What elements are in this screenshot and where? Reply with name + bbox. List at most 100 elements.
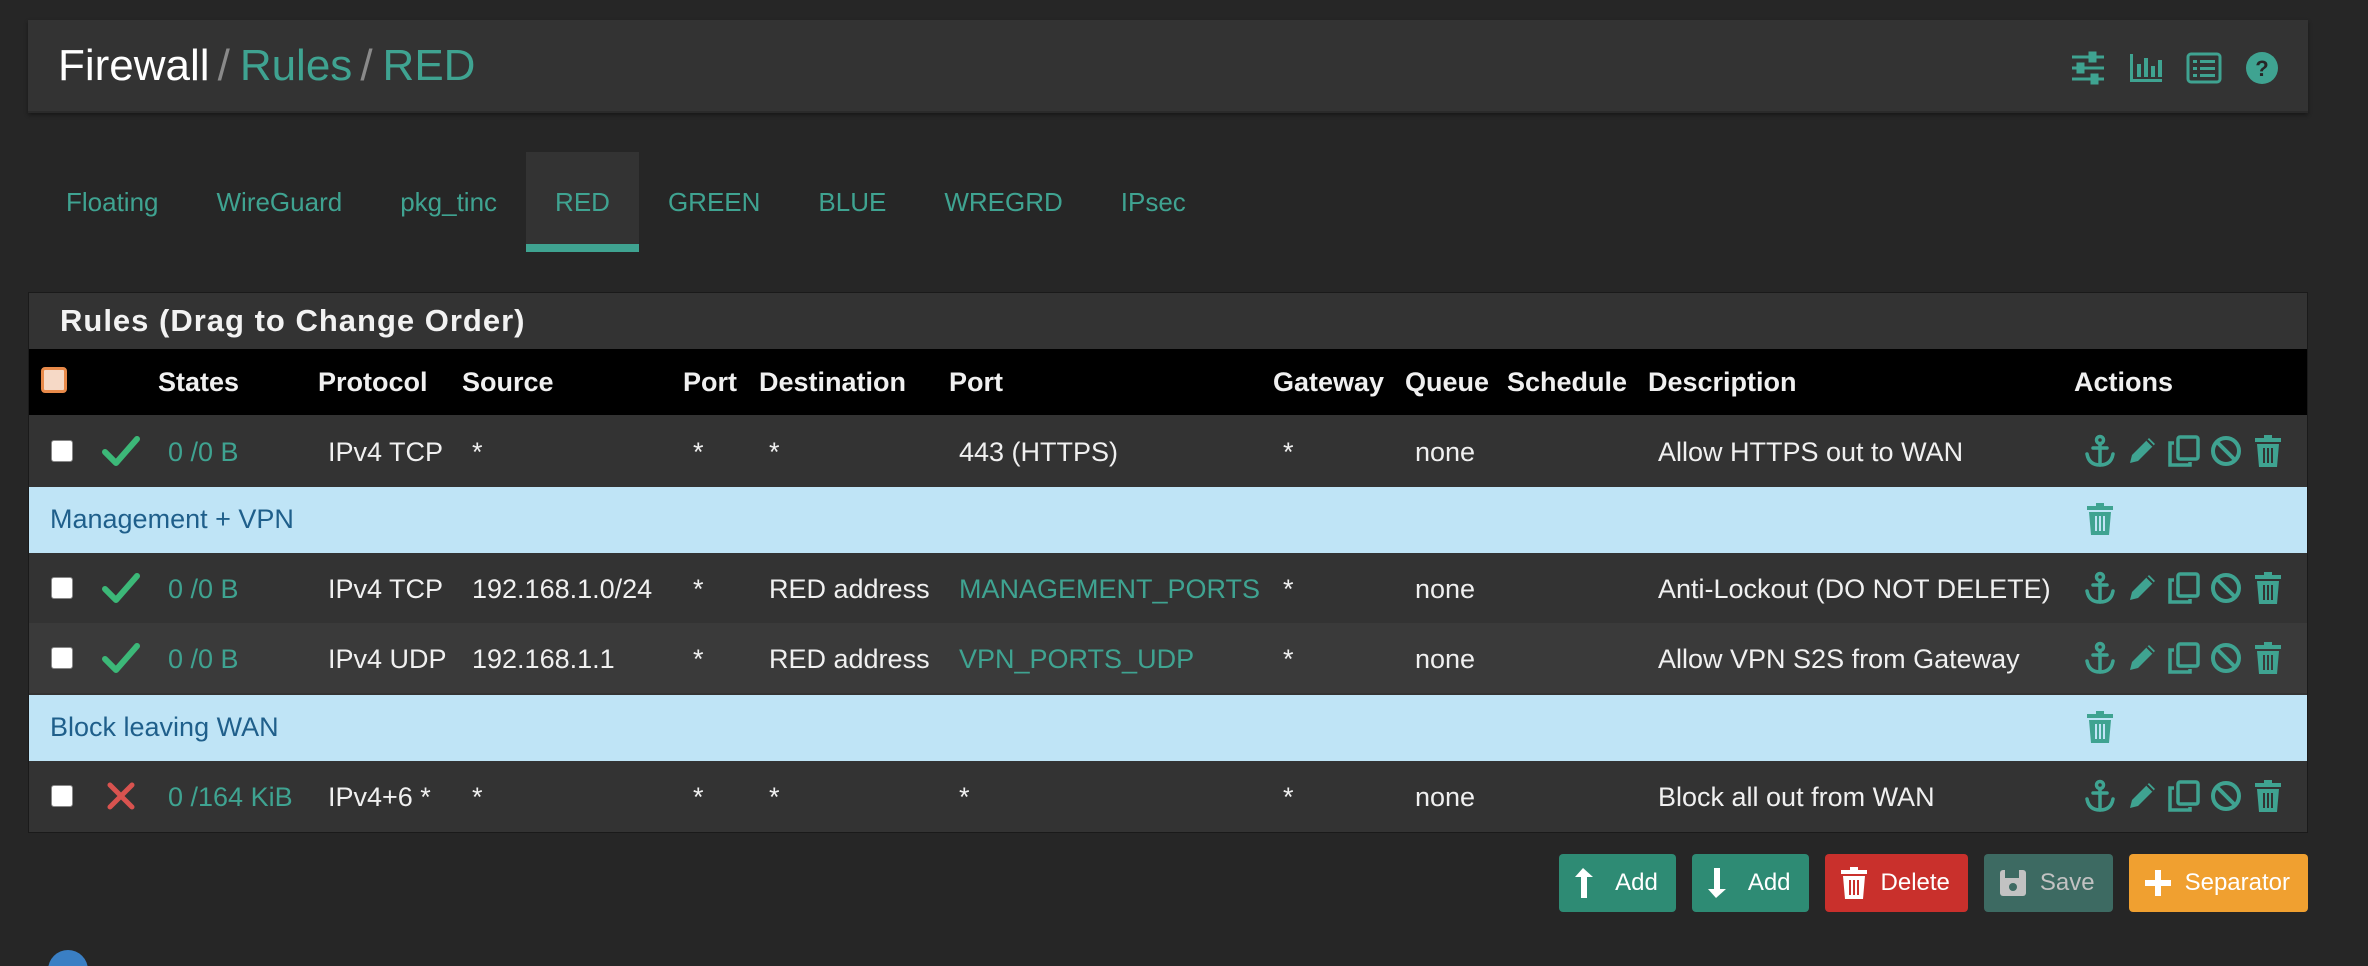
protocol-value: IPv4 UDP	[328, 644, 447, 674]
tab-ipsec[interactable]: IPsec	[1092, 152, 1215, 252]
tab-blue[interactable]: BLUE	[789, 152, 915, 252]
plus-icon	[2144, 870, 2171, 896]
pass-check-icon[interactable]	[101, 568, 141, 608]
copy-icon[interactable]	[2166, 433, 2202, 469]
dest-port-value: 443 (HTTPS)	[959, 437, 1119, 467]
trash-icon[interactable]	[2250, 570, 2286, 606]
copy-icon[interactable]	[2166, 570, 2202, 606]
separator-row[interactable]: Block leaving WAN	[29, 695, 2307, 761]
edit-pencil-icon[interactable]	[2124, 640, 2160, 676]
separator-row[interactable]: Management + VPN	[29, 487, 2307, 553]
header-schedule: Schedule	[1507, 367, 1628, 397]
save-button[interactable]: Save	[1983, 854, 2113, 912]
states-value[interactable]: 0 /164 KiB	[168, 782, 293, 813]
page-header: Firewall / Rules / RED ?	[28, 20, 2308, 113]
row-checkbox[interactable]	[51, 577, 73, 599]
row-actions	[2082, 570, 2286, 606]
header-source: Source	[462, 367, 554, 397]
source-value: 192.168.1.0/24	[472, 574, 653, 604]
table-row[interactable]: 0 /164 KiB IPv4+6 * * * * * * none Block…	[29, 761, 2307, 831]
breadcrumb-separator: /	[360, 41, 373, 90]
save-disk-icon	[1999, 870, 2026, 896]
disable-ban-icon[interactable]	[2208, 570, 2244, 606]
protocol-value: IPv4+6 *	[328, 782, 431, 812]
dest-port-alias-link[interactable]: MANAGEMENT_PORTS	[959, 574, 1260, 605]
block-x-icon[interactable]	[101, 776, 141, 816]
pass-check-icon[interactable]	[101, 431, 141, 471]
pass-check-icon[interactable]	[101, 638, 141, 678]
trash-icon	[1840, 867, 1867, 899]
states-value[interactable]: 0 /0 B	[168, 437, 239, 468]
anchor-icon[interactable]	[2082, 570, 2118, 606]
svg-text:?: ?	[2255, 56, 2268, 81]
table-row[interactable]: 0 /0 B IPv4 TCP * * * 443 (HTTPS) * none…	[29, 415, 2307, 487]
destination-value: *	[769, 782, 780, 812]
destination-value: RED address	[769, 574, 930, 604]
edit-pencil-icon[interactable]	[2124, 778, 2160, 814]
header-destination: Destination	[759, 367, 907, 397]
sliders-icon[interactable]	[2070, 50, 2106, 86]
header-protocol: Protocol	[318, 367, 428, 397]
disable-ban-icon[interactable]	[2208, 640, 2244, 676]
tab-wregrd[interactable]: WREGRD	[915, 152, 1091, 252]
table-row[interactable]: 0 /0 B IPv4 UDP 192.168.1.1 * RED addres…	[29, 623, 2307, 693]
row-checkbox[interactable]	[51, 440, 73, 462]
tab-wireguard[interactable]: WireGuard	[188, 152, 372, 252]
anchor-icon[interactable]	[2082, 778, 2118, 814]
row-checkbox[interactable]	[51, 785, 73, 807]
table-row[interactable]: 0 /0 B IPv4 TCP 192.168.1.0/24 * RED add…	[29, 553, 2307, 623]
states-value[interactable]: 0 /0 B	[168, 574, 239, 605]
anchor-icon[interactable]	[2082, 433, 2118, 469]
dest-port-value: *	[959, 782, 970, 812]
copy-icon[interactable]	[2166, 778, 2202, 814]
dest-port-alias-link[interactable]: VPN_PORTS_UDP	[959, 644, 1194, 675]
table-header: States Protocol Source Port Destination …	[29, 349, 2307, 415]
add-separator-button[interactable]: Separator	[2128, 854, 2308, 912]
header-queue: Queue	[1405, 367, 1490, 397]
tab-pkg-tinc[interactable]: pkg_tinc	[371, 152, 526, 252]
help-icon[interactable]: ?	[2244, 50, 2280, 86]
description-value: Allow HTTPS out to WAN	[1658, 437, 1964, 467]
row-checkbox[interactable]	[51, 647, 73, 669]
add-top-label: Add	[1615, 869, 1658, 896]
add-bottom-label: Add	[1747, 869, 1791, 896]
header-description: Description	[1648, 367, 1797, 397]
queue-value: none	[1415, 437, 1476, 467]
copy-icon[interactable]	[2166, 640, 2202, 676]
tab-green[interactable]: GREEN	[639, 152, 789, 252]
breadcrumb-rules-link[interactable]: Rules	[240, 41, 353, 90]
trash-icon[interactable]	[2082, 501, 2118, 537]
description-value: Block all out from WAN	[1658, 782, 1935, 812]
delete-button[interactable]: Delete	[1824, 854, 1968, 912]
breadcrumb-red-link[interactable]: RED	[383, 41, 476, 90]
select-all-checkbox[interactable]	[41, 367, 67, 393]
disable-ban-icon[interactable]	[2208, 433, 2244, 469]
gateway-value: *	[1283, 644, 1294, 674]
interface-tabs: Floating WireGuard pkg_tinc RED GREEN BL…	[36, 152, 1215, 252]
delete-label: Delete	[1880, 869, 1950, 896]
gateway-value: *	[1283, 782, 1294, 812]
trash-icon[interactable]	[2082, 709, 2118, 745]
breadcrumb: Firewall / Rules / RED	[58, 40, 475, 92]
trash-icon[interactable]	[2250, 778, 2286, 814]
add-rule-top-button[interactable]: Add	[1559, 854, 1676, 912]
edit-pencil-icon[interactable]	[2124, 433, 2160, 469]
trash-icon[interactable]	[2250, 433, 2286, 469]
separator-actions	[2082, 501, 2118, 537]
edit-pencil-icon[interactable]	[2124, 570, 2160, 606]
tab-red[interactable]: RED	[526, 152, 639, 252]
disable-ban-icon[interactable]	[2208, 778, 2244, 814]
trash-icon[interactable]	[2250, 640, 2286, 676]
tab-floating[interactable]: Floating	[36, 152, 188, 252]
add-rule-bottom-button[interactable]: Add	[1691, 854, 1809, 912]
rules-panel: Rules (Drag to Change Order) States Prot…	[28, 292, 2308, 833]
anchor-icon[interactable]	[2082, 640, 2118, 676]
states-value[interactable]: 0 /0 B	[168, 644, 239, 675]
header-port: Port	[683, 367, 737, 397]
list-icon[interactable]	[2186, 50, 2222, 86]
info-icon[interactable]	[48, 950, 88, 966]
bar-chart-icon[interactable]	[2128, 50, 2164, 86]
source-value: *	[472, 437, 483, 467]
header-gateway: Gateway	[1273, 367, 1385, 397]
breadcrumb-firewall: Firewall	[58, 41, 210, 90]
